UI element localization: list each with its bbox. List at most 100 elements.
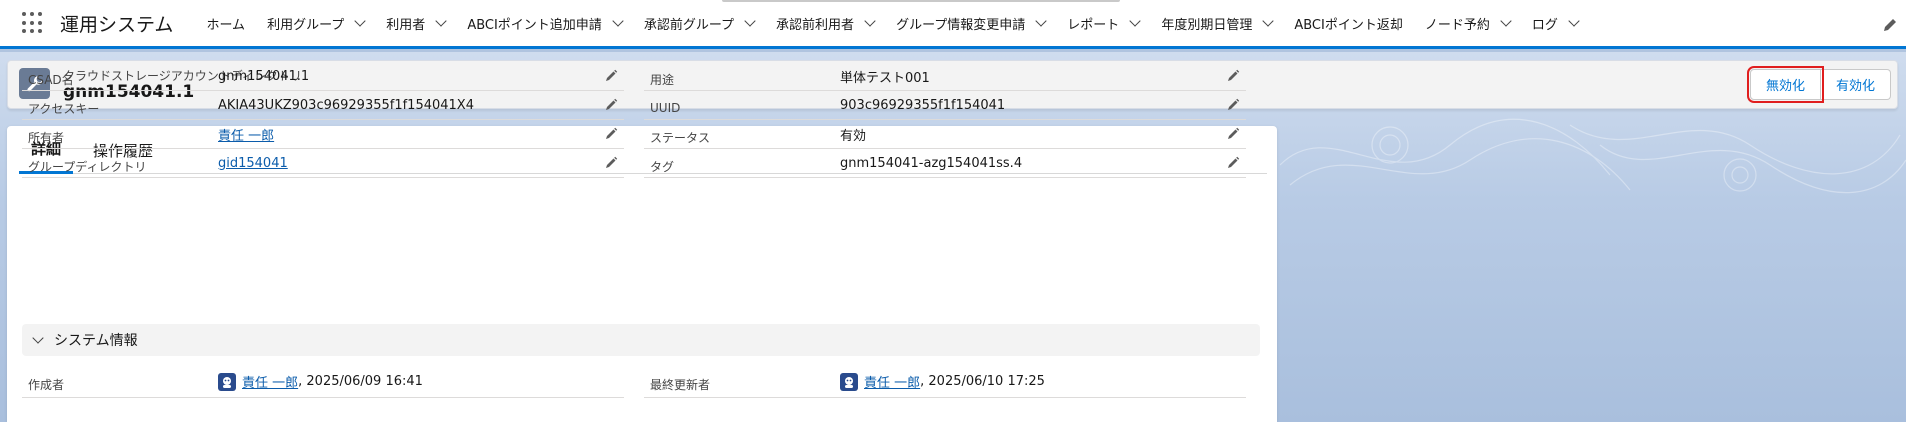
chevron-down-icon[interactable]: [354, 14, 366, 27]
detail-field-row: 所有者 責任 一郎: [22, 120, 624, 149]
disable-button[interactable]: 無効化: [1746, 66, 1824, 103]
nav-item[interactable]: ホーム: [195, 0, 256, 46]
edit-pencil-icon[interactable]: [604, 155, 618, 169]
detail-fields-left: CSAD名 gnm154041.1 アクセスキー AKIA43UKZ903c96929…: [22, 62, 624, 178]
field-value-wrap: gnm154041-azg154041ss.4: [840, 156, 1246, 171]
field-value: gnm154041.1: [218, 68, 310, 84]
header-actions: 無効化 有効化: [1746, 66, 1891, 103]
detail-field-row: 用途 単体テスト001: [644, 62, 1246, 91]
chevron-down-icon[interactable]: [1129, 14, 1141, 27]
chevron-down-icon[interactable]: [1035, 14, 1047, 27]
nav-item-label: 承認前利用者: [776, 17, 855, 33]
user-avatar-icon: [218, 372, 236, 391]
section-title: システム情報: [54, 333, 138, 349]
top-nav: 運用システム ホーム 利用グループ 利用者 ABCIポイント追加申請 承認前グループ 承認…: [0, 0, 1906, 49]
system-info-section-toggle[interactable]: システム情報: [22, 324, 1260, 356]
edit-pencil-icon[interactable]: [604, 126, 618, 140]
detail-fields-right: 用途 単体テスト001 UUID 903c96929355f1f154041 ステータス…: [644, 62, 1246, 178]
field-value: 責任 一郎 , 2025/06/09 16:41: [218, 372, 624, 391]
field-value-wrap: 903c96929355f1f154041: [840, 98, 1246, 113]
app-name: 運用システム: [60, 13, 174, 36]
nav-item-label: 利用グループ: [267, 17, 345, 33]
chevron-down-icon[interactable]: [435, 14, 447, 27]
field-label: タグ: [650, 159, 675, 174]
edit-pencil-icon[interactable]: [604, 68, 618, 82]
nav-item-label: ノード予約: [1424, 17, 1490, 33]
field-label: 用途: [650, 72, 675, 87]
field-value: AKIA43UKZ903c96929355f1f154041X4: [218, 97, 474, 113]
field-value-wrap: 責任 一郎: [218, 125, 624, 144]
field-label: UUID: [650, 101, 681, 115]
nav-item[interactable]: ログ: [1521, 0, 1589, 46]
app-launcher-icon[interactable]: [22, 12, 44, 34]
field-label: CSAD名: [28, 72, 74, 87]
chevron-down-icon[interactable]: [1568, 14, 1580, 27]
detail-field-row: UUID 903c96929355f1f154041: [644, 91, 1246, 120]
field-value-link[interactable]: gid154041: [218, 156, 288, 171]
field-value-link[interactable]: 責任 一郎: [218, 129, 274, 144]
detail-field-row: グループディレクトリ gid154041: [22, 149, 624, 178]
field-value: 単体テスト001: [840, 70, 930, 86]
field-value-wrap: gid154041: [218, 156, 624, 171]
field-value: 責任 一郎 , 2025/06/10 17:25: [840, 372, 1246, 391]
system-fields-right: 最終更新者 責任 一郎 , 2025/06/10 17:25: [644, 366, 1246, 398]
detail-field-row: CSAD名 gnm154041.1: [22, 62, 624, 91]
user-avatar-icon: [840, 372, 858, 391]
created-date: , 2025/06/09 16:41: [298, 374, 423, 389]
modified-by-user-link[interactable]: 責任 一郎: [864, 372, 920, 391]
nav-item-label: ホーム: [206, 17, 246, 33]
field-value: 903c96929355f1f154041: [840, 97, 1006, 113]
nav-item-label: レポート: [1067, 17, 1120, 33]
field-value-wrap: 有効: [840, 125, 1246, 144]
chevron-down-icon[interactable]: [744, 14, 756, 27]
nav-item-label: ABCIポイント追加申請: [467, 17, 602, 33]
nav-item[interactable]: 利用グループ: [256, 0, 375, 46]
field-label: グループディレクトリ: [28, 159, 147, 174]
chevron-down-icon[interactable]: [864, 14, 876, 27]
edit-pencil-icon[interactable]: [1226, 68, 1240, 82]
field-label: ステータス: [650, 130, 711, 145]
field-label: 所有者: [28, 130, 65, 145]
modified-date: , 2025/06/10 17:25: [920, 374, 1045, 389]
field-value-wrap: gnm154041.1: [218, 69, 624, 84]
chevron-down-icon[interactable]: [1262, 14, 1274, 27]
created-by-row: 作成者 責任 一郎 , 2025/06/09 16:41: [22, 366, 624, 398]
detail-field-row: アクセスキー AKIA43UKZ903c96929355f1f154041X4: [22, 91, 624, 120]
created-by-user-link[interactable]: 責任 一郎: [242, 372, 298, 391]
chevron-down-icon[interactable]: [1500, 14, 1512, 27]
nav-item-label: グループ情報変更申請: [896, 17, 1026, 33]
nav-item[interactable]: ABCIポイント返却: [1283, 0, 1414, 46]
nav-item-label: 承認前グループ: [643, 17, 735, 33]
nav-item[interactable]: 承認前グループ: [633, 0, 765, 46]
enable-button[interactable]: 有効化: [1820, 69, 1891, 100]
edit-pencil-icon[interactable]: [1226, 97, 1240, 111]
nav-item[interactable]: 利用者: [375, 0, 456, 46]
chevron-down-icon: [32, 331, 44, 344]
nav-item[interactable]: ABCIポイント追加申請: [456, 0, 633, 46]
top-drag-handle: [722, 0, 1120, 2]
nav-item[interactable]: ノード予約: [1414, 0, 1521, 46]
nav-item[interactable]: レポート: [1056, 0, 1150, 46]
edit-pencil-icon[interactable]: [1226, 155, 1240, 169]
nav-item-label: ログ: [1531, 17, 1558, 33]
edit-nav-icon[interactable]: [1882, 17, 1898, 33]
background-pattern: [1279, 118, 1906, 194]
nav-item-label: 利用者: [386, 17, 426, 33]
nav-item-label: 年度別期日管理: [1161, 17, 1253, 33]
edit-pencil-icon[interactable]: [1226, 126, 1240, 140]
nav-item[interactable]: 承認前利用者: [765, 0, 885, 46]
detail-field-row: ステータス 有効: [644, 120, 1246, 149]
system-fields-left: 作成者 責任 一郎 , 2025/06/09 16:41: [22, 366, 624, 398]
field-value: 有効: [840, 128, 867, 144]
nav-item[interactable]: グループ情報変更申請: [885, 0, 1056, 46]
chevron-down-icon[interactable]: [612, 14, 624, 27]
field-label: 最終更新者: [650, 378, 711, 392]
nav-item[interactable]: 年度別期日管理: [1150, 0, 1283, 46]
nav-items: ホーム 利用グループ 利用者 ABCIポイント追加申請 承認前グループ 承認前利用者 グルー…: [195, 0, 1588, 46]
field-value-wrap: AKIA43UKZ903c96929355f1f154041X4: [218, 98, 624, 113]
nav-item-label: ABCIポイント返却: [1294, 17, 1403, 33]
edit-pencil-icon[interactable]: [604, 97, 618, 111]
detail-field-row: タグ gnm154041-azg154041ss.4: [644, 149, 1246, 178]
modified-by-row: 最終更新者 責任 一郎 , 2025/06/10 17:25: [644, 366, 1246, 398]
field-value: gnm154041-azg154041ss.4: [840, 155, 1023, 171]
